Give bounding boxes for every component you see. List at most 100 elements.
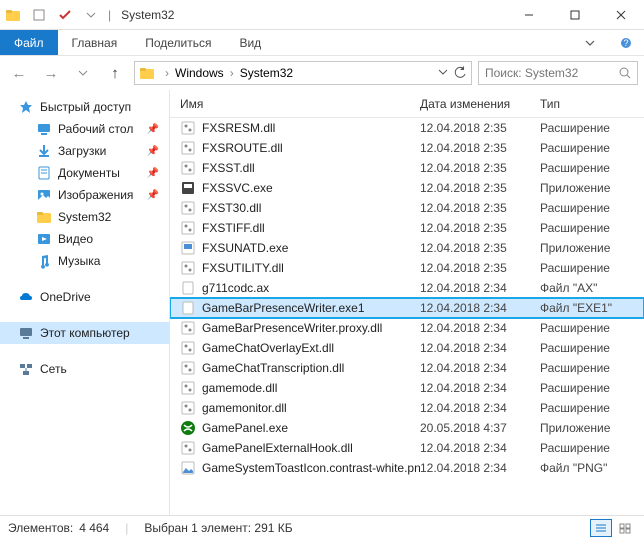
search-input[interactable] xyxy=(485,66,615,80)
sidebar-item-label: Документы xyxy=(58,166,120,180)
pin-icon: 📌 xyxy=(147,146,159,157)
file-name: gamemonitor.dll xyxy=(202,401,287,415)
sidebar-item-label: Загрузки xyxy=(58,144,106,158)
file-type: Расширение xyxy=(540,221,644,235)
file-list[interactable]: FXSRESM.dll12.04.2018 2:35РасширениеFXSR… xyxy=(170,118,644,515)
file-row[interactable]: FXSSVC.exe12.04.2018 2:35Приложение xyxy=(170,178,644,198)
sidebar-item-label: System32 xyxy=(58,210,111,224)
sidebar-item[interactable]: Видео xyxy=(0,228,169,250)
sidebar-this-pc[interactable]: Этот компьютер xyxy=(0,322,169,344)
network-icon xyxy=(18,361,34,377)
file-name: GameChatTranscription.dll xyxy=(202,361,344,375)
sidebar-quick-access[interactable]: Быстрый доступ xyxy=(0,96,169,118)
qat-save-icon[interactable] xyxy=(30,6,48,24)
minimize-button[interactable] xyxy=(506,0,552,30)
dll-icon xyxy=(180,260,196,276)
qat-check-icon[interactable] xyxy=(56,6,74,24)
sidebar-item[interactable]: Загрузки 📌 xyxy=(0,140,169,162)
nav-up-button[interactable]: ↑ xyxy=(102,60,128,86)
dll-icon xyxy=(180,140,196,156)
chevron-right-icon[interactable]: › xyxy=(230,66,234,80)
file-date: 12.04.2018 2:34 xyxy=(420,461,540,475)
file-type: Приложение xyxy=(540,421,644,435)
file-type: Расширение xyxy=(540,201,644,215)
file-row[interactable]: g711codc.ax12.04.2018 2:34Файл "AX" xyxy=(170,278,644,298)
file-row[interactable]: gamemonitor.dll12.04.2018 2:34Расширение xyxy=(170,398,644,418)
file-row[interactable]: GameChatOverlayExt.dll12.04.2018 2:34Рас… xyxy=(170,338,644,358)
chevron-right-icon[interactable]: › xyxy=(165,66,169,80)
sidebar-item[interactable]: Изображения📌 xyxy=(0,184,169,206)
search-icon xyxy=(619,67,631,79)
dll-icon xyxy=(180,360,196,376)
file-row[interactable]: FXST30.dll12.04.2018 2:35Расширение xyxy=(170,198,644,218)
sidebar-item-label: Видео xyxy=(58,232,93,246)
nav-recent-button[interactable] xyxy=(70,60,96,86)
column-type[interactable]: Тип xyxy=(540,97,644,111)
file-row[interactable]: FXSTIFF.dll12.04.2018 2:35Расширение xyxy=(170,218,644,238)
sidebar-network[interactable]: Сеть xyxy=(0,358,169,380)
file-date: 12.04.2018 2:35 xyxy=(420,121,540,135)
file-type: Расширение xyxy=(540,321,644,335)
tab-share[interactable]: Поделиться xyxy=(131,30,225,55)
breadcrumb[interactable]: System32 xyxy=(240,66,293,80)
tab-view[interactable]: Вид xyxy=(225,30,275,55)
view-details-button[interactable] xyxy=(590,519,612,537)
sidebar-item[interactable]: Музыка xyxy=(0,250,169,272)
status-bar: Элементов: 4 464 | Выбран 1 элемент: 291… xyxy=(0,515,644,539)
file-row[interactable]: GameBarPresenceWriter.exe112.04.2018 2:3… xyxy=(170,298,644,318)
documents-icon xyxy=(36,165,52,181)
address-dropdown-icon[interactable] xyxy=(437,66,449,80)
file-row[interactable]: gamemode.dll12.04.2018 2:34Расширение xyxy=(170,378,644,398)
tab-home[interactable]: Главная xyxy=(58,30,132,55)
window-title: System32 xyxy=(121,8,506,22)
file-row[interactable]: FXSUTILITY.dll12.04.2018 2:35Расширение xyxy=(170,258,644,278)
file-row[interactable]: FXSROUTE.dll12.04.2018 2:35Расширение xyxy=(170,138,644,158)
desktop-icon xyxy=(36,121,52,137)
file-date: 12.04.2018 2:34 xyxy=(420,281,540,295)
file-row[interactable]: FXSRESM.dll12.04.2018 2:35Расширение xyxy=(170,118,644,138)
sidebar-label: Сеть xyxy=(40,362,67,376)
nav-back-button[interactable]: ← xyxy=(6,60,32,86)
dll-icon xyxy=(180,400,196,416)
close-button[interactable] xyxy=(598,0,644,30)
file-icon xyxy=(180,300,196,316)
file-row[interactable]: FXSST.dll12.04.2018 2:35Расширение xyxy=(170,158,644,178)
titlebar: | System32 xyxy=(0,0,644,30)
file-row[interactable]: GamePanel.exe20.05.2018 4:37Приложение xyxy=(170,418,644,438)
refresh-icon[interactable] xyxy=(453,66,467,80)
nav-forward-button[interactable]: → xyxy=(38,60,64,86)
file-row[interactable]: GameBarPresenceWriter.proxy.dll12.04.201… xyxy=(170,318,644,338)
videos-icon xyxy=(36,231,52,247)
address-bar[interactable]: › Windows › System32 xyxy=(134,61,472,85)
file-date: 12.04.2018 2:35 xyxy=(420,261,540,275)
folder-icon xyxy=(36,209,52,225)
svg-text:?: ? xyxy=(623,38,628,48)
sidebar-item[interactable]: Документы 📌 xyxy=(0,162,169,184)
cloud-icon xyxy=(18,289,34,305)
ribbon-help-icon[interactable]: ? xyxy=(608,30,644,55)
sidebar-item[interactable]: System32 xyxy=(0,206,169,228)
dll-icon xyxy=(180,220,196,236)
file-name: FXSTIFF.dll xyxy=(202,221,265,235)
file-row[interactable]: GameSystemToastIcon.contrast-white.png12… xyxy=(170,458,644,478)
qat-down-icon[interactable] xyxy=(82,6,100,24)
breadcrumb[interactable]: Windows xyxy=(175,66,224,80)
file-row[interactable]: FXSUNATD.exe12.04.2018 2:35Приложение xyxy=(170,238,644,258)
address-row: ← → ↑ › Windows › System32 xyxy=(0,56,644,90)
file-name: GamePanelExternalHook.dll xyxy=(202,441,353,455)
maximize-button[interactable] xyxy=(552,0,598,30)
file-name: FXSUNATD.exe xyxy=(202,241,288,255)
view-icons-button[interactable] xyxy=(614,519,636,537)
file-row[interactable]: GamePanelExternalHook.dll12.04.2018 2:34… xyxy=(170,438,644,458)
file-row[interactable]: GameChatTranscription.dll12.04.2018 2:34… xyxy=(170,358,644,378)
file-type: Расширение xyxy=(540,121,644,135)
sidebar-onedrive[interactable]: OneDrive xyxy=(0,286,169,308)
column-date[interactable]: Дата изменения xyxy=(420,97,540,111)
ribbon-expand-icon[interactable] xyxy=(572,30,608,55)
column-name[interactable]: Имя xyxy=(170,97,420,111)
dll-icon xyxy=(180,200,196,216)
search-box[interactable] xyxy=(478,61,638,85)
sidebar-item[interactable]: Рабочий стол📌 xyxy=(0,118,169,140)
tab-file[interactable]: Файл xyxy=(0,30,58,55)
pin-icon: 📌 xyxy=(147,168,159,179)
